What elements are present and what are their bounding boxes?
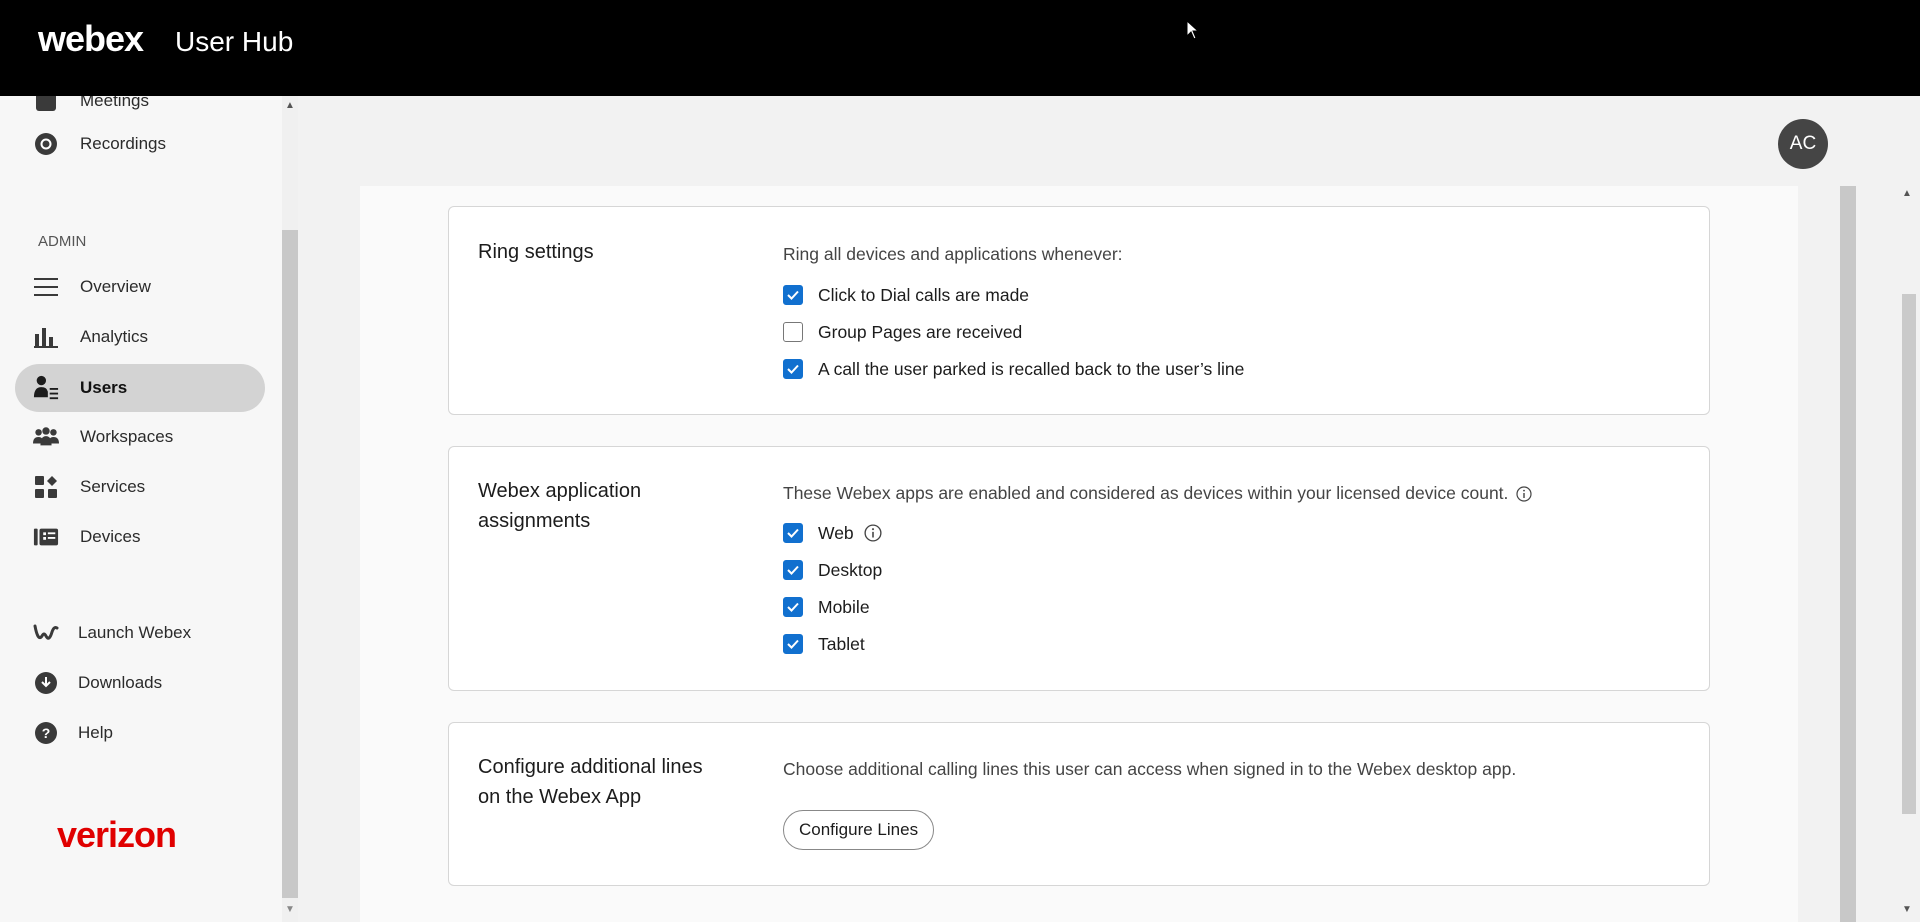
checkbox-group-pages[interactable]: Group Pages are received bbox=[783, 320, 1022, 344]
content-scrollbar-thumb[interactable] bbox=[1840, 186, 1856, 922]
sidebar-item-label: Recordings bbox=[80, 134, 166, 153]
checkbox-click-to-dial[interactable]: Click to Dial calls are made bbox=[783, 283, 1029, 307]
checkbox-checked-icon[interactable] bbox=[783, 523, 803, 543]
sidebar-item-devices[interactable]: Devices bbox=[15, 513, 265, 561]
info-icon[interactable] bbox=[864, 524, 882, 542]
info-icon[interactable] bbox=[1516, 485, 1533, 502]
checkbox-label: Desktop bbox=[818, 559, 883, 580]
checkbox-desktop[interactable]: Desktop bbox=[783, 558, 882, 582]
checkbox-web[interactable]: Web bbox=[783, 521, 882, 545]
webex-logo-icon bbox=[33, 621, 59, 645]
sidebar-scrollbar-thumb[interactable] bbox=[282, 230, 298, 898]
sidebar-item-services[interactable]: Services bbox=[15, 463, 265, 511]
sidebar-item-users[interactable]: Users bbox=[15, 364, 265, 412]
checkbox-label: A call the user parked is recalled back … bbox=[818, 358, 1245, 379]
sidebar-item-label: Downloads bbox=[78, 673, 163, 692]
top-bar: webex User Hub bbox=[0, 0, 1920, 96]
sidebar-scroll-up-icon[interactable]: ▲ bbox=[283, 100, 297, 112]
checkbox-label: Web bbox=[818, 522, 854, 543]
webex-logo[interactable]: webex bbox=[38, 18, 144, 60]
checkbox-checked-icon[interactable] bbox=[783, 285, 803, 305]
help-icon: ? bbox=[33, 721, 59, 745]
bar-chart-icon bbox=[33, 325, 59, 349]
avatar[interactable]: AC bbox=[1778, 119, 1828, 169]
sidebar-item-label: Help bbox=[78, 723, 113, 742]
sidebar-item-label: Analytics bbox=[80, 327, 149, 346]
list-icon bbox=[33, 275, 59, 299]
verizon-logo: verizon bbox=[57, 814, 177, 855]
additional-lines-description: Choose additional calling lines this use… bbox=[783, 759, 1517, 779]
checkbox-label: Tablet bbox=[818, 633, 865, 654]
app-assignments-card: Webex application assignments These Webe… bbox=[448, 446, 1710, 691]
people-group-icon bbox=[33, 425, 59, 449]
checkbox-unchecked-icon[interactable] bbox=[783, 322, 803, 342]
apps-grid-icon bbox=[33, 475, 59, 499]
download-icon bbox=[33, 671, 59, 695]
sidebar-item-label: Meetings bbox=[80, 96, 149, 110]
checkbox-parked-call-recall[interactable]: A call the user parked is recalled back … bbox=[783, 357, 1244, 381]
page-scroll-down-icon[interactable]: ▼ bbox=[1902, 904, 1912, 915]
page-scrollbar-thumb[interactable] bbox=[1902, 294, 1916, 814]
ring-settings-description: Ring all devices and applications whenev… bbox=[783, 244, 1123, 264]
checkbox-tablet[interactable]: Tablet bbox=[783, 632, 865, 656]
configure-lines-button[interactable]: Configure Lines bbox=[783, 810, 935, 850]
sidebar-item-analytics[interactable]: Analytics bbox=[15, 313, 265, 361]
sidebar-item-overview[interactable]: Overview bbox=[15, 263, 265, 311]
ring-settings-card: Ring settings Ring all devices and appli… bbox=[448, 206, 1710, 415]
sidebar-item-help[interactable]: ? Help bbox=[15, 709, 265, 757]
sidebar-item-label: Workspaces bbox=[80, 427, 174, 446]
sidebar-scroll-down-icon[interactable]: ▼ bbox=[283, 904, 297, 916]
checkbox-checked-icon[interactable] bbox=[783, 634, 803, 654]
sidebar-item-downloads[interactable]: Downloads bbox=[15, 659, 265, 707]
additional-lines-card: Configure additional lines on the Webex … bbox=[448, 722, 1710, 886]
recording-icon bbox=[33, 132, 59, 156]
sidebar-item-label: Services bbox=[80, 477, 146, 496]
app-assignments-description: These Webex apps are enabled and conside… bbox=[783, 483, 1509, 503]
checkbox-label: Click to Dial calls are made bbox=[818, 284, 1030, 305]
product-title: User Hub bbox=[175, 26, 294, 57]
sidebar-item-recordings[interactable]: Recordings bbox=[15, 120, 265, 168]
app-assignments-title: Webex application assignments bbox=[478, 480, 642, 532]
checkbox-mobile[interactable]: Mobile bbox=[783, 595, 870, 619]
svg-text:?: ? bbox=[42, 725, 51, 741]
ring-settings-title: Ring settings bbox=[478, 241, 594, 263]
checkbox-checked-icon[interactable] bbox=[783, 359, 803, 379]
checkbox-checked-icon[interactable] bbox=[783, 597, 803, 617]
main-area: AC Ring settings Ring all devices and ap… bbox=[298, 96, 1920, 922]
checkbox-checked-icon[interactable] bbox=[783, 560, 803, 580]
page-scroll-up-icon[interactable]: ▲ bbox=[1902, 188, 1912, 199]
calendar-icon bbox=[33, 96, 59, 113]
checkbox-label: Group Pages are received bbox=[818, 321, 1023, 342]
sidebar-item-launch-webex[interactable]: Launch Webex bbox=[15, 609, 265, 657]
users-list-icon bbox=[33, 375, 59, 400]
sidebar-item-label: Overview bbox=[80, 277, 151, 296]
app-assignments-description-row: These Webex apps are enabled and conside… bbox=[783, 483, 1533, 504]
devices-icon bbox=[33, 525, 59, 549]
sidebar-item-label: Users bbox=[80, 378, 128, 397]
sidebar-item-label: Launch Webex bbox=[78, 623, 192, 642]
mouse-cursor-icon bbox=[1186, 20, 1200, 40]
sidebar-item-label: Devices bbox=[80, 527, 141, 546]
checkbox-label: Mobile bbox=[818, 596, 870, 617]
additional-lines-title: Configure additional lines on the Webex … bbox=[478, 756, 703, 808]
sidebar: Meetings Recordings ADMIN Overview Analy… bbox=[0, 96, 298, 922]
sidebar-item-workspaces[interactable]: Workspaces bbox=[15, 413, 265, 461]
admin-section-label: ADMIN bbox=[38, 233, 87, 250]
